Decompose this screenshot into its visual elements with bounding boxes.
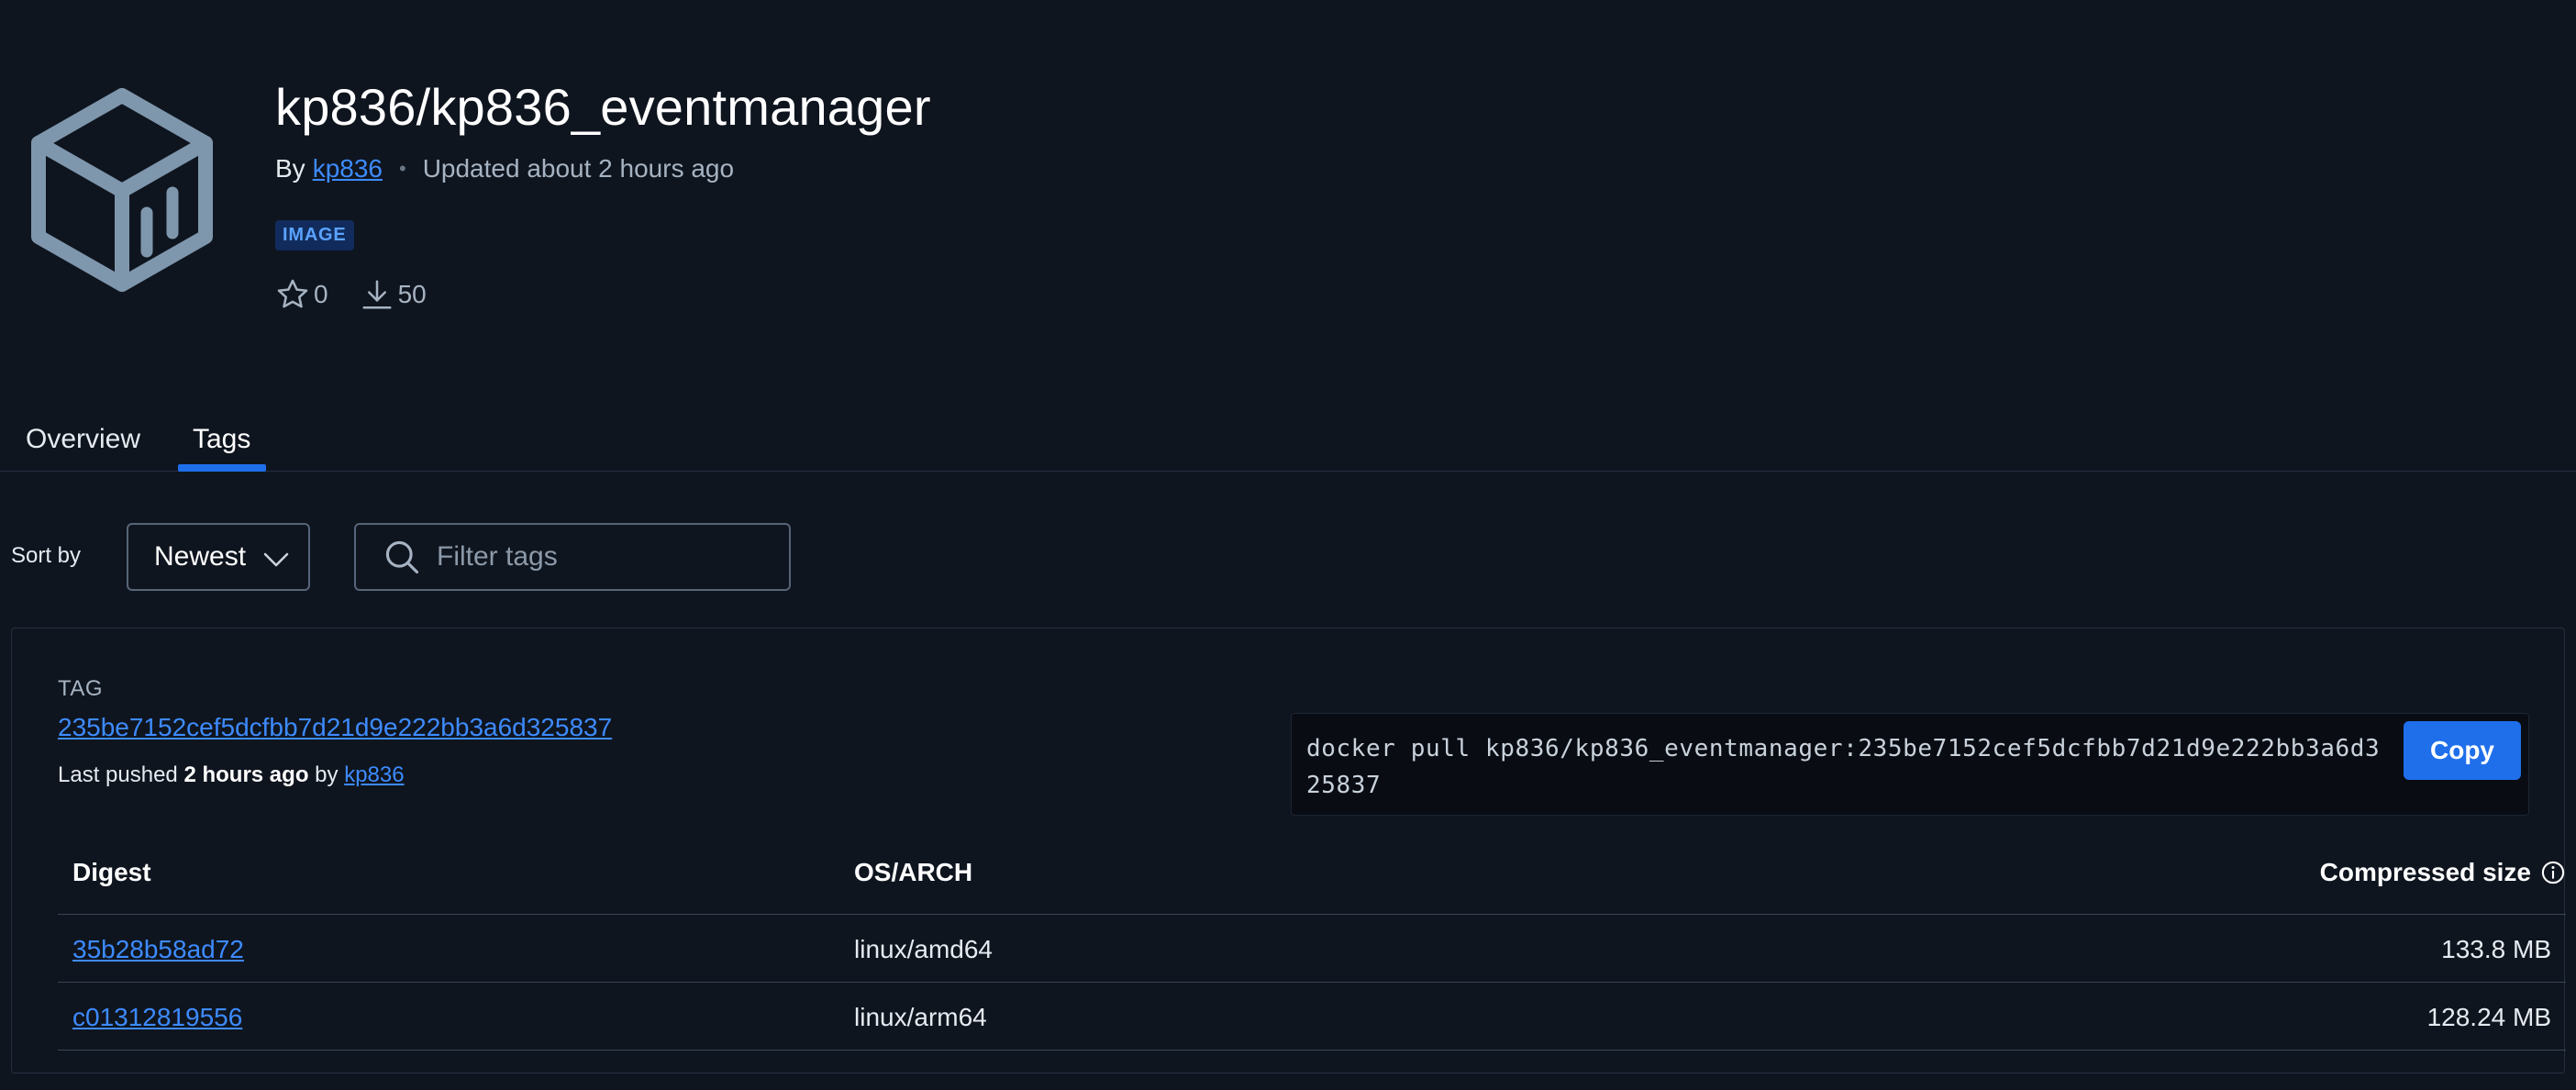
stars-stat[interactable]: 0: [275, 277, 328, 312]
size-value: 133.8 MB: [2441, 935, 2551, 963]
info-icon[interactable]: [2540, 860, 2566, 885]
tag-page: kp836/kp836_eventmanager By kp836 • Upda…: [0, 0, 2576, 1090]
downloads-count: 50: [397, 280, 427, 308]
stars-count: 0: [314, 280, 328, 308]
sort-select[interactable]: Newest: [127, 523, 310, 591]
pull-command-box: docker pull kp836/kp836_eventmanager:235…: [1291, 713, 2529, 816]
tab-bar: Overview Tags: [0, 404, 2576, 472]
filter-tags-input[interactable]: [437, 541, 785, 573]
filter-tags-field[interactable]: [354, 523, 791, 591]
download-icon: [362, 280, 392, 309]
header-os-arch: OS/ARCH: [854, 858, 973, 886]
docker-image-logo-icon: [31, 88, 213, 292]
os-arch-value: linux/amd64: [854, 935, 993, 963]
digest-table: Digest OS/ARCH Compressed size 35b28b58a…: [58, 830, 2566, 1051]
separator-dot: •: [398, 157, 406, 180]
table-row: 35b28b58ad72 linux/amd64 133.8 MB: [58, 915, 2566, 983]
active-tab-indicator: [178, 464, 266, 472]
pushed-prefix: Last pushed: [58, 762, 178, 787]
owner-link[interactable]: kp836: [313, 154, 383, 184]
tag-card: TAG 235be7152cef5dcfbb7d21d9e222bb3a6d32…: [11, 628, 2566, 1073]
downloads-stat: 50: [360, 277, 427, 312]
table-header: Digest OS/ARCH Compressed size: [58, 830, 2566, 915]
search-icon: [385, 540, 419, 574]
by-label: By: [275, 154, 305, 183]
pushed-user-link[interactable]: kp836: [344, 762, 404, 787]
star-icon: [277, 279, 308, 308]
sort-label: Sort by: [11, 543, 82, 568]
image-badge: IMAGE: [275, 220, 354, 250]
size-value: 128.24 MB: [2426, 1003, 2551, 1031]
sort-value: Newest: [154, 541, 247, 572]
digest-link[interactable]: 35b28b58ad72: [72, 935, 244, 964]
header-compressed-size: Compressed size: [2320, 858, 2566, 887]
pushed-time: 2 hours ago: [183, 762, 309, 787]
header-digest: Digest: [72, 858, 151, 886]
digest-link[interactable]: c01312819556: [72, 1003, 242, 1032]
pushed-by-label: by: [315, 762, 339, 787]
pull-command[interactable]: docker pull kp836/kp836_eventmanager:235…: [1306, 730, 2389, 804]
os-arch-value: linux/arm64: [854, 1003, 987, 1031]
repo-title: kp836/kp836_eventmanager: [275, 78, 931, 136]
repo-stats: 0 50: [275, 277, 458, 312]
tag-heading: TAG: [58, 676, 104, 701]
table-row: c01312819556 linux/arm64 128.24 MB: [58, 983, 2566, 1051]
header-size-label: Compressed size: [2319, 858, 2531, 886]
repo-meta: By kp836 • Updated about 2 hours ago: [275, 154, 734, 184]
last-pushed: Last pushed 2 hours ago by kp836: [58, 762, 405, 788]
tag-name-link[interactable]: 235be7152cef5dcfbb7d21d9e222bb3a6d325837: [58, 713, 612, 742]
updated-text: Updated about 2 hours ago: [422, 154, 735, 183]
tab-overview[interactable]: Overview: [26, 424, 140, 455]
tab-tags[interactable]: Tags: [193, 424, 250, 455]
chevron-down-icon: [263, 552, 289, 567]
copy-button[interactable]: Copy: [2404, 721, 2521, 780]
